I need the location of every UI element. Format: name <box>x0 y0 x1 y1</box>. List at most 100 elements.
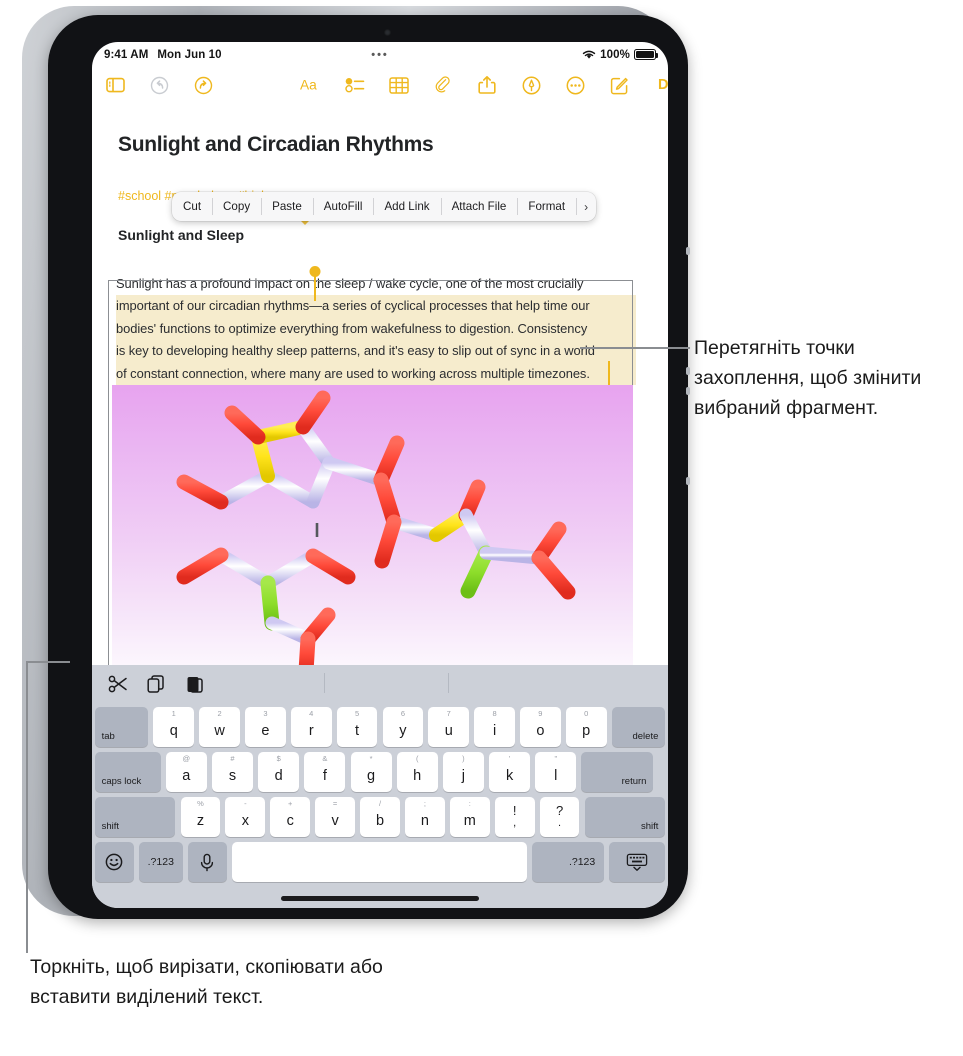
scissors-cut-icon[interactable] <box>108 674 128 694</box>
key-p[interactable]: 0 p <box>565 707 607 747</box>
ipad-screen: 9:41 AM Mon Jun 10 ••• 100% Aa D Sunligh… <box>92 42 668 908</box>
key-y-label: y <box>399 723 407 739</box>
hide-keyboard-icon[interactable] <box>609 842 666 882</box>
key-delete[interactable]: delete <box>611 707 666 747</box>
undo-icon[interactable] <box>148 74 170 96</box>
key-m[interactable]: : m <box>449 797 490 837</box>
status-center-dots: ••• <box>371 48 389 61</box>
sidebar-icon[interactable] <box>104 74 126 96</box>
key-s[interactable]: # s <box>211 752 253 792</box>
table-icon[interactable] <box>388 74 410 96</box>
key-f[interactable]: & f <box>304 752 346 792</box>
copy-icon[interactable] <box>146 674 166 694</box>
key-v[interactable]: = v <box>315 797 355 837</box>
key-x-alt: - <box>244 799 247 808</box>
paperclip-icon[interactable] <box>432 74 454 96</box>
menu-next-page-chevron-icon[interactable]: › <box>576 192 596 221</box>
page-title: Sunlight and Circadian Rhythms <box>118 133 434 156</box>
key-n-alt: ; <box>423 799 426 808</box>
key-o[interactable]: 9 o <box>520 707 561 747</box>
key-l-label: l <box>554 768 558 784</box>
paste-icon[interactable] <box>184 674 204 694</box>
shortcut-divider-1 <box>324 673 325 693</box>
key-period-label: . <box>558 817 562 829</box>
key-t-label: t <box>355 723 360 739</box>
key-return[interactable]: return <box>581 752 654 792</box>
key-t[interactable]: 5 t <box>336 707 378 747</box>
side-button-bottom[interactable] <box>686 477 690 485</box>
key-space[interactable] <box>232 842 528 882</box>
key-n-label: n <box>420 813 429 829</box>
key-y[interactable]: 6 y <box>382 707 424 747</box>
key-question-period[interactable]: ? . <box>539 797 580 837</box>
checklist-icon[interactable] <box>344 74 366 96</box>
menu-item-format[interactable]: Format <box>517 192 576 221</box>
share-icon[interactable] <box>476 74 498 96</box>
key-r[interactable]: 4 r <box>290 707 332 747</box>
molecule-3d-model[interactable] <box>112 385 633 674</box>
key-g[interactable]: * g <box>350 752 392 792</box>
key-a[interactable]: @ a <box>165 752 207 792</box>
keyboard-row-3: shift % z - x + c = v / b ; n: m ! , ? … <box>92 796 668 838</box>
volume-up-button[interactable] <box>686 367 690 375</box>
key-numbers-right[interactable]: .?123 <box>532 842 605 882</box>
selection-start-handle[interactable] <box>309 266 321 301</box>
key-n[interactable]: ; n <box>405 797 445 837</box>
home-indicator[interactable] <box>281 896 479 901</box>
selection-end-handle[interactable] <box>603 361 615 396</box>
ipad-body: 9:41 AM Mon Jun 10 ••• 100% Aa D Sunligh… <box>48 15 690 919</box>
key-numbers-left[interactable]: .?123 <box>138 842 183 882</box>
microphone-icon[interactable] <box>187 842 227 882</box>
keyboard-row-2: caps lock @ a # s $ d & f * g (h) j ' … <box>92 751 668 793</box>
format-aa-icon[interactable]: Aa <box>300 74 322 96</box>
key-k[interactable]: ' k <box>489 752 531 792</box>
key-caps-lock[interactable]: caps lock <box>94 752 161 792</box>
menu-item-copy[interactable]: Copy <box>212 192 261 221</box>
key-e[interactable]: 3 e <box>245 707 286 747</box>
key-d-label: d <box>274 768 283 784</box>
menu-item-autofill[interactable]: AutoFill <box>312 192 374 221</box>
menu-item-attach-file[interactable]: Attach File <box>440 192 518 221</box>
key-c-label: c <box>286 813 294 829</box>
key-w[interactable]: 2 w <box>199 707 240 747</box>
key-u[interactable]: 7 u <box>428 707 470 747</box>
menu-item-add-link[interactable]: Add Link <box>373 192 440 221</box>
key-d[interactable]: $ d <box>258 752 300 792</box>
side-button-top[interactable] <box>686 247 690 255</box>
key-h[interactable]: ( h <box>396 752 438 792</box>
key-v-alt: = <box>332 799 338 808</box>
key-x[interactable]: - x <box>225 797 266 837</box>
emoji-smiley-icon[interactable] <box>94 842 134 882</box>
paragraph-line-5: of constant connection, where many are u… <box>116 362 636 386</box>
markup-pen-icon[interactable] <box>520 74 542 96</box>
more-ellipsis-icon[interactable] <box>564 74 586 96</box>
status-date: Mon Jun 10 <box>157 48 222 61</box>
menu-item-paste[interactable]: Paste <box>261 192 313 221</box>
key-b[interactable]: / b <box>360 797 400 837</box>
key-c[interactable]: + c <box>270 797 311 837</box>
keyboard-row-4: .?123 .?123 <box>92 841 668 883</box>
key-l[interactable]: " l <box>535 752 577 792</box>
battery-percent-label: 100% <box>600 48 630 61</box>
key-v-label: v <box>331 813 339 829</box>
key-i[interactable]: 8 i <box>474 707 515 747</box>
volume-down-button[interactable] <box>686 387 690 395</box>
menu-item-cut[interactable]: Cut <box>172 192 212 221</box>
key-a-label: a <box>182 768 191 784</box>
key-j[interactable]: ) j <box>442 752 484 792</box>
key-z[interactable]: % z <box>180 797 221 837</box>
key-q[interactable]: 1 q <box>153 707 195 747</box>
key-i-label: i <box>492 723 497 739</box>
key-shift-right[interactable]: shift <box>584 797 666 837</box>
key-exclam-comma[interactable]: ! , <box>494 797 535 837</box>
redo-icon[interactable] <box>192 74 214 96</box>
done-button[interactable]: Done <box>658 77 668 93</box>
key-shift-left[interactable]: shift <box>94 797 176 837</box>
compose-icon[interactable] <box>608 74 630 96</box>
key-tab[interactable]: tab <box>94 707 149 747</box>
key-z-alt: % <box>197 799 204 808</box>
note-paragraph[interactable]: Sunlight has a profound impact on the sl… <box>116 273 636 386</box>
key-q-label: q <box>169 723 178 739</box>
key-p-label: p <box>582 723 591 739</box>
key-o-alt: 9 <box>538 709 543 718</box>
